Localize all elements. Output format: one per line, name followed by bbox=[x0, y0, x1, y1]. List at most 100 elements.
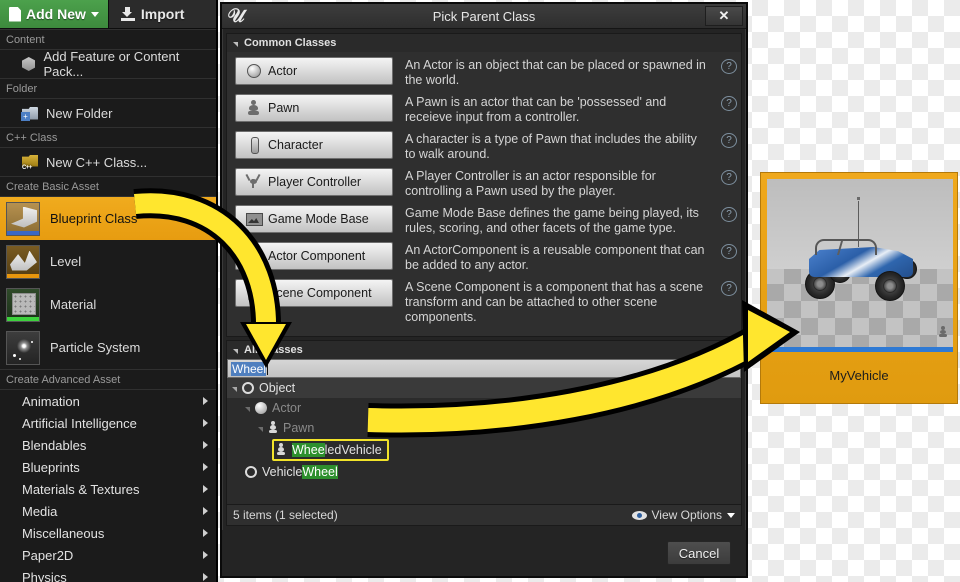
submenu-media[interactable]: Media bbox=[0, 500, 216, 522]
chevron-right-icon bbox=[203, 397, 208, 405]
class-button-label: Actor bbox=[268, 64, 298, 78]
help-icon[interactable]: ? bbox=[721, 59, 737, 74]
ring-icon bbox=[242, 382, 254, 394]
help-icon[interactable]: ? bbox=[721, 207, 737, 222]
submenu-blueprints[interactable]: Blueprints bbox=[0, 456, 216, 478]
class-button-pawn[interactable]: Pawn bbox=[235, 94, 393, 122]
tree-item-wheeledvehicle[interactable]: WheeledVehicle bbox=[227, 438, 741, 462]
collapse-triangle-icon bbox=[233, 41, 238, 47]
help-icon[interactable]: ? bbox=[721, 133, 737, 148]
cpp-class-icon: C++ bbox=[22, 154, 38, 171]
wheel-hub bbox=[814, 278, 826, 290]
chevron-right-icon bbox=[203, 507, 208, 515]
class-button-scene-component[interactable]: Scene Component bbox=[235, 279, 393, 307]
chevron-right-icon bbox=[203, 419, 208, 427]
tree-item-pawn[interactable]: Pawn bbox=[227, 418, 741, 438]
submenu-physics[interactable]: Physics bbox=[0, 566, 216, 582]
submenu-miscellaneous[interactable]: Miscellaneous bbox=[0, 522, 216, 544]
section-header-content: Content bbox=[0, 29, 216, 50]
help-icon[interactable]: ? bbox=[721, 244, 737, 259]
import-icon bbox=[120, 7, 135, 21]
page-icon bbox=[9, 6, 21, 22]
asset-type-label: Particle System bbox=[50, 340, 141, 355]
all-classes-panel: All Classes Wheel Object Actor Pawn Whee… bbox=[226, 340, 742, 526]
tree-item-label: Object bbox=[259, 381, 296, 395]
menu-item-new-folder[interactable]: + New Folder bbox=[0, 99, 216, 127]
tree-item-actor[interactable]: Actor bbox=[227, 398, 741, 418]
vehicle-roll-cage-bar bbox=[836, 241, 876, 255]
chevron-down-icon bbox=[727, 512, 735, 518]
tree-item-label: Pawn bbox=[283, 421, 315, 435]
class-button-game-mode-base[interactable]: Game Mode Base bbox=[235, 205, 393, 233]
all-classes-header[interactable]: All Classes bbox=[227, 341, 741, 359]
tree-item-label: WheeledVehicle bbox=[292, 443, 382, 457]
close-icon[interactable]: ✕ bbox=[705, 6, 743, 26]
tree-item-object[interactable]: Object bbox=[227, 378, 741, 398]
expand-triangle-icon[interactable] bbox=[245, 406, 250, 412]
pick-parent-class-dialog: 𝒰 Pick Parent Class ✕ Common Classes Act… bbox=[220, 2, 748, 578]
expand-triangle-icon[interactable] bbox=[232, 386, 237, 392]
class-row-scene-component: Scene Component A Scene Component is a c… bbox=[235, 279, 737, 325]
import-label: Import bbox=[140, 6, 185, 22]
new-folder-icon: + bbox=[21, 106, 38, 121]
view-options-button[interactable]: View Options bbox=[631, 508, 735, 522]
character-icon bbox=[246, 137, 261, 154]
submenu-label: Materials & Textures bbox=[22, 481, 140, 497]
wheel-hub bbox=[884, 280, 896, 292]
search-input[interactable]: Wheel bbox=[227, 359, 741, 378]
class-button-label: Game Mode Base bbox=[268, 212, 369, 226]
asset-type-blueprint-class[interactable]: Blueprint Class bbox=[0, 197, 216, 240]
chevron-right-icon bbox=[203, 573, 208, 581]
cancel-button[interactable]: Cancel bbox=[667, 541, 731, 565]
ring-icon bbox=[245, 466, 257, 478]
eye-icon bbox=[631, 510, 647, 520]
asset-type-particle-system[interactable]: Particle System bbox=[0, 326, 216, 369]
class-row-pawn: Pawn A Pawn is an actor that can be 'pos… bbox=[235, 94, 737, 125]
class-tree[interactable]: Object Actor Pawn WheeledVehicle Vehicle… bbox=[227, 378, 741, 504]
class-row-character: Character A character is a type of Pawn … bbox=[235, 131, 737, 162]
view-options-label: View Options bbox=[651, 508, 722, 522]
class-button-character[interactable]: Character bbox=[235, 131, 393, 159]
submenu-artificial-intelligence[interactable]: Artificial Intelligence bbox=[0, 412, 216, 434]
menu-item-label: New C++ Class... bbox=[46, 154, 148, 170]
submenu-label: Blendables bbox=[22, 437, 87, 453]
submenu-blendables[interactable]: Blendables bbox=[0, 434, 216, 456]
import-button[interactable]: Import bbox=[109, 0, 197, 28]
menu-item-new-cpp-class[interactable]: C++ New C++ Class... bbox=[0, 148, 216, 176]
menu-item-label: Add Feature or Content Pack... bbox=[43, 49, 180, 79]
expand-triangle-icon[interactable] bbox=[258, 426, 263, 432]
tree-item-vehiclewheel[interactable]: VehicleWheel bbox=[227, 462, 741, 482]
search-match-highlight: Wheel bbox=[302, 465, 338, 479]
collapse-triangle-icon bbox=[233, 348, 238, 354]
pawn-icon bbox=[246, 100, 261, 116]
add-new-button[interactable]: Add New bbox=[0, 0, 109, 28]
asset-tile-myvehicle[interactable]: MyVehicle bbox=[760, 172, 958, 404]
class-button-actor-component[interactable]: Actor Component bbox=[235, 242, 393, 270]
submenu-paper2d[interactable]: Paper2D bbox=[0, 544, 216, 566]
help-icon[interactable]: ? bbox=[721, 281, 737, 296]
content-browser-toolbar: Add New Import bbox=[0, 0, 216, 29]
tree-item-label-prefix: Vehicle bbox=[262, 465, 303, 479]
section-header-create-advanced-asset: Create Advanced Asset bbox=[0, 369, 216, 390]
player-controller-icon bbox=[245, 173, 261, 190]
menu-item-add-feature-or-content-pack[interactable]: Add Feature or Content Pack... bbox=[0, 49, 216, 79]
submenu-label: Artificial Intelligence bbox=[22, 415, 137, 431]
class-button-actor[interactable]: Actor bbox=[235, 57, 393, 85]
asset-type-material[interactable]: Material bbox=[0, 283, 216, 326]
submenu-animation[interactable]: Animation bbox=[0, 390, 216, 412]
asset-type-label: Blueprint Class bbox=[50, 211, 138, 226]
class-button-player-controller[interactable]: Player Controller bbox=[235, 168, 393, 196]
class-description: An ActorComponent is a reusable componen… bbox=[405, 243, 705, 272]
common-classes-header[interactable]: Common Classes bbox=[227, 34, 741, 52]
submenu-materials-and-textures[interactable]: Materials & Textures bbox=[0, 478, 216, 500]
class-button-label: Character bbox=[268, 138, 323, 152]
help-icon[interactable]: ? bbox=[721, 170, 737, 185]
section-header-create-basic-asset: Create Basic Asset bbox=[0, 176, 216, 197]
dialog-title-bar[interactable]: 𝒰 Pick Parent Class ✕ bbox=[222, 4, 746, 29]
help-icon[interactable]: ? bbox=[721, 96, 737, 111]
submenu-label: Physics bbox=[22, 569, 67, 582]
asset-type-level[interactable]: Level bbox=[0, 240, 216, 283]
asset-thumbnail bbox=[767, 179, 953, 347]
level-icon bbox=[6, 244, 40, 279]
class-description: A character is a type of Pawn that inclu… bbox=[405, 132, 697, 161]
